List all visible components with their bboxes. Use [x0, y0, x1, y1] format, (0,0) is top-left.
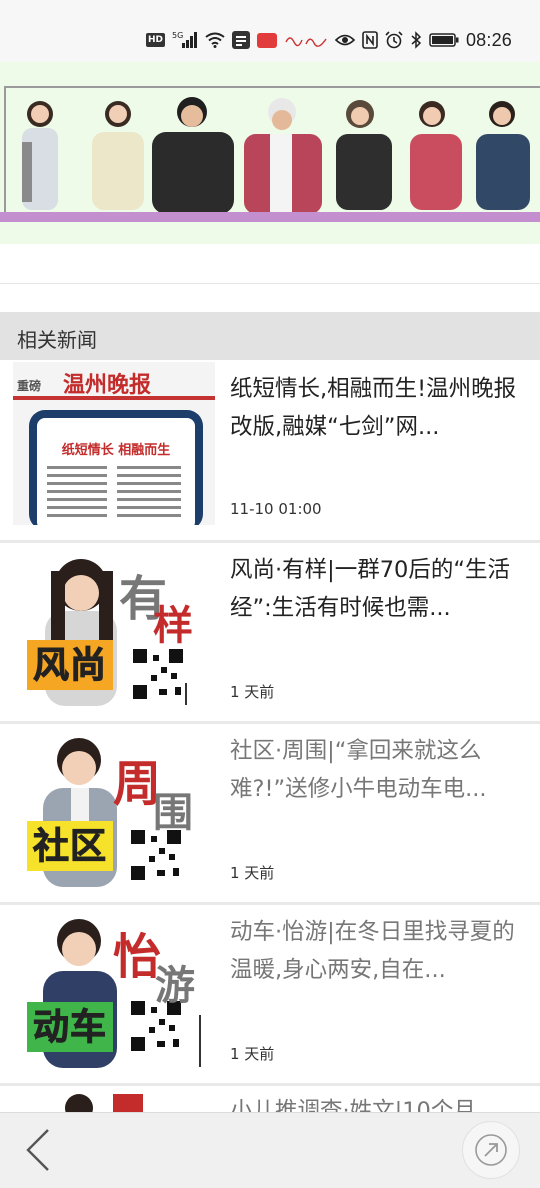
section-header: 相关新闻 — [0, 312, 540, 360]
share-arrow-icon — [475, 1134, 507, 1166]
alarm-icon — [385, 31, 403, 49]
thumb-char-2: 游 — [155, 963, 195, 1008]
status-bar: HD 5G 08:26 — [0, 0, 540, 62]
news-thumbnail: 怡 游 动车 — [13, 905, 215, 1068]
news-title: 纸短情长,相融而生!温州晚报改版,融媒“七剑”网... — [230, 376, 517, 440]
thumb-char-1: 怡 — [113, 931, 162, 984]
news-title: 社区·周围|“拿回来就这么难?!”送修小牛电动车电... — [230, 738, 487, 802]
bluetooth-icon — [410, 31, 422, 49]
svg-text:重磅: 重磅 — [17, 378, 41, 393]
thumb-tag: 风尚 — [27, 640, 114, 690]
handwriting-app-icon — [284, 32, 328, 48]
network-label: 5G — [172, 31, 183, 40]
news-thumbnail: 重磅 温州晚报 纸短情长 相融而生 — [13, 362, 215, 525]
divider — [0, 283, 540, 284]
chevron-left-icon — [26, 1129, 49, 1171]
banner-strip — [0, 212, 540, 222]
news-time: 1 天前 — [230, 864, 275, 882]
news-thumbnail: 有 样 风尚 — [13, 543, 215, 706]
bottom-bar — [0, 1112, 540, 1188]
news-time: 1 天前 — [230, 683, 275, 701]
masthead-text: 温州晚报 — [63, 372, 151, 397]
eye-icon — [334, 33, 355, 47]
thumb-headline: 纸短情长 相融而生 — [62, 442, 171, 458]
battery-icon — [429, 32, 459, 48]
thumb-char-2: 样 — [153, 603, 193, 648]
news-thumbnail — [13, 1086, 215, 1112]
news-item[interactable]: 怡 游 动车 动车·怡游|在冬日里找寻夏的温暖,身心两安,自在... 1 天前 — [0, 905, 540, 1086]
nfc-icon — [362, 31, 378, 49]
news-time: 1 天前 — [230, 1045, 275, 1063]
wifi-icon — [205, 32, 225, 48]
banner-image — [0, 62, 540, 244]
banner-people — [22, 97, 530, 214]
news-item[interactable]: 重磅 温州晚报 纸短情长 相融而生 纸短情长,相融而生!温州晚报改版,融媒“七剑… — [0, 362, 540, 543]
news-title: 动车·怡游|在冬日里找寻夏的温暖,身心两安,自在... — [230, 919, 515, 983]
app-icon — [231, 31, 250, 49]
news-time: 11-10 01:00 — [230, 500, 322, 518]
news-title: 风尚·有样|一群70后的“生活经”:生活有时候也需... — [230, 557, 511, 621]
clock: 08:26 — [465, 29, 512, 50]
news-title: 小儿推调查·姓文|10个月... — [230, 1098, 498, 1112]
news-item[interactable]: 有 样 风尚 风尚·有样|一群70后的“生活经”:生活有时候也需... 1 天前 — [0, 543, 540, 724]
section-title: 相关新闻 — [17, 328, 97, 352]
thumb-tag: 动车 — [27, 1002, 114, 1052]
thumb-tag: 社区 — [27, 821, 114, 871]
signal-icon: 5G — [172, 31, 198, 49]
hd-icon: HD — [145, 33, 165, 47]
share-button[interactable] — [462, 1121, 520, 1179]
news-thumbnail: 周 围 社区 — [13, 724, 215, 887]
news-item[interactable]: 周 围 社区 社区·周围|“拿回来就这么难?!”送修小牛电动车电... 1 天前 — [0, 724, 540, 905]
back-button[interactable] — [18, 1125, 58, 1175]
red-app-icon — [256, 32, 277, 48]
news-item[interactable]: 小儿推调查·姓文|10个月... — [0, 1086, 540, 1112]
thumb-char-2: 围 — [153, 790, 193, 835]
